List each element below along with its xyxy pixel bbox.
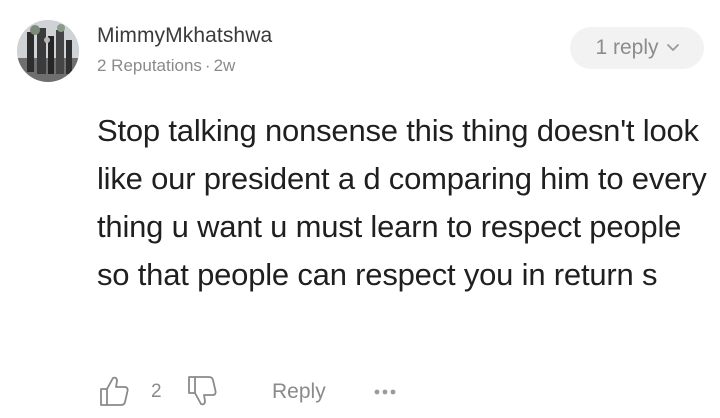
comment-age: 2w (213, 56, 236, 75)
reply-button[interactable]: Reply (272, 380, 326, 404)
meta-separator: · (204, 56, 211, 75)
avatar[interactable] (17, 20, 79, 82)
replies-toggle-button[interactable]: 1 reply (570, 27, 704, 69)
comment-meta: 2 Reputations · 2w (97, 56, 235, 76)
comment-text: Stop talking nonsense this thing doesn't… (97, 113, 707, 292)
replies-count-label: 1 reply (595, 36, 659, 59)
comment-card: MimmyMkhatshwa 2 Reputations · 2w 1 reply … (0, 0, 720, 418)
thumbs-down-icon[interactable] (185, 374, 219, 408)
user-avatar-image (17, 20, 79, 82)
comment-actions: 2 Reply (97, 372, 417, 412)
like-count: 2 (151, 381, 162, 402)
reputation-count: 2 Reputations (97, 56, 202, 75)
thumbs-up-icon[interactable] (97, 374, 131, 408)
chevron-down-icon (666, 44, 679, 52)
username[interactable]: MimmyMkhatshwa (97, 24, 272, 48)
more-dots-icon[interactable] (371, 378, 399, 406)
